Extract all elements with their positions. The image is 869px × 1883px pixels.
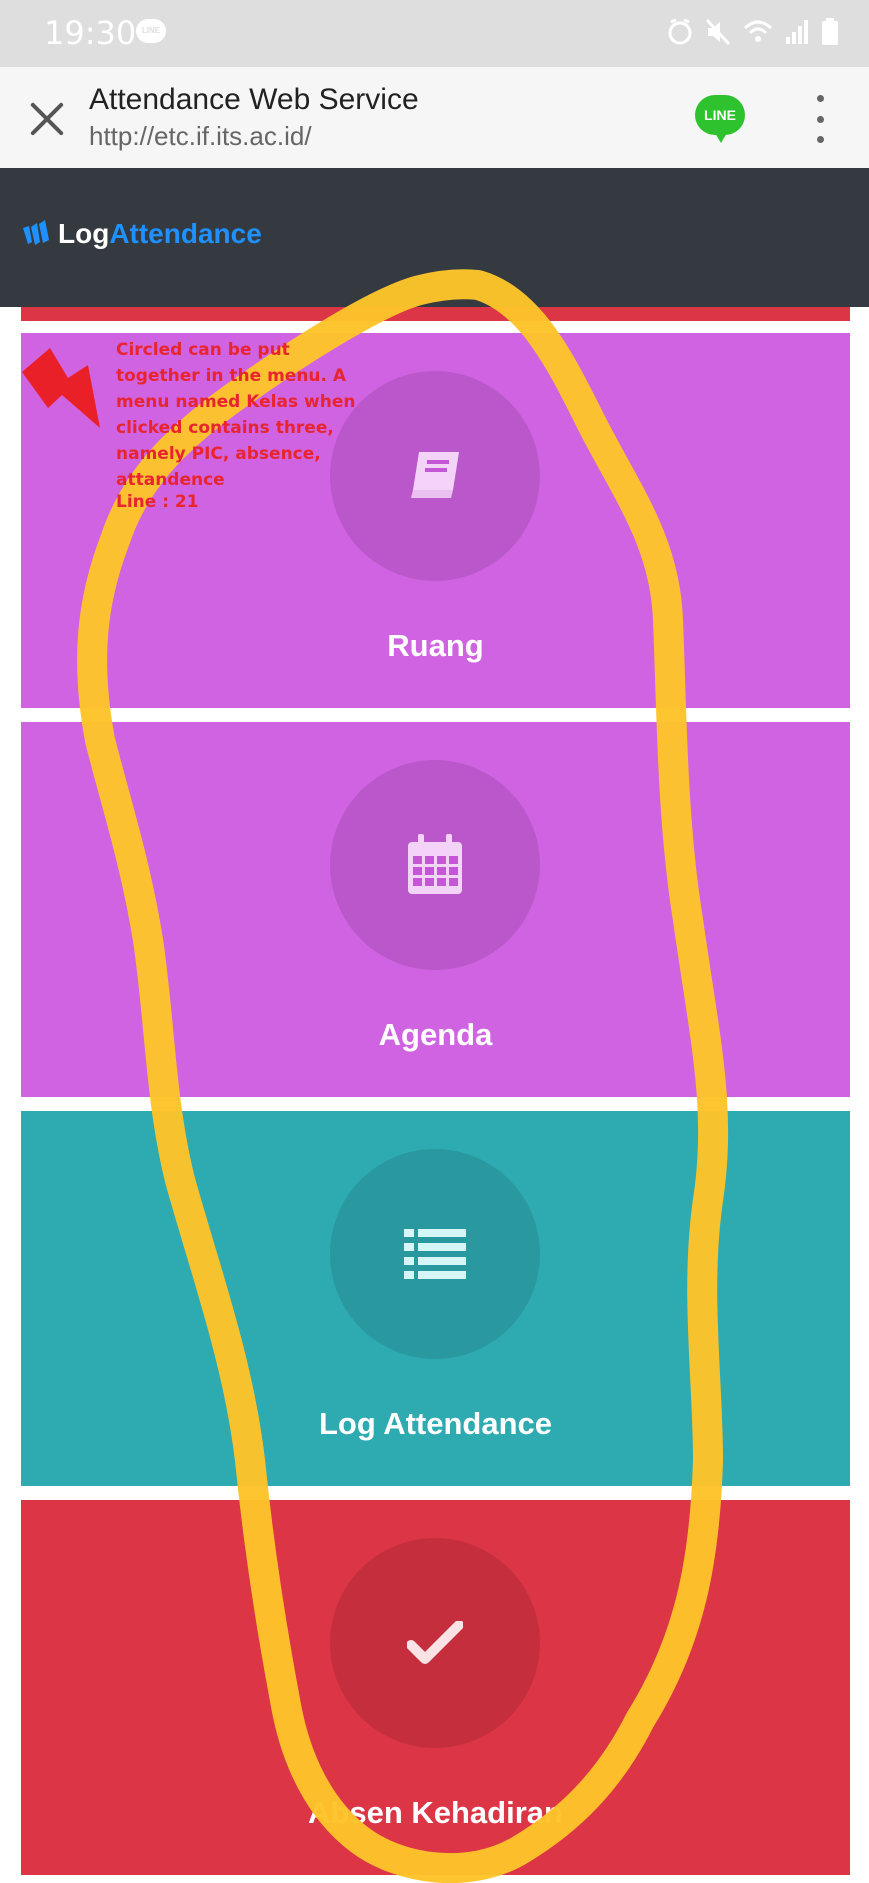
close-button[interactable] — [26, 97, 68, 139]
line-notification-icon: LINE — [136, 19, 166, 43]
status-time: 19:30 — [44, 14, 137, 52]
signal-icon — [785, 19, 809, 50]
brand-link[interactable]: Log Attendance — [22, 218, 262, 250]
book-icon — [411, 452, 459, 498]
battery-icon — [821, 17, 839, 51]
tile-label: Absen Kehadiran — [308, 1795, 563, 1830]
tile-label: Log Attendance — [318, 1406, 553, 1441]
status-icons — [667, 17, 839, 51]
brand-attendance-text: Attendance — [109, 218, 262, 249]
tile-icon-circle — [330, 371, 540, 581]
annotation-text: Circled can be put together in the menu.… — [116, 340, 356, 490]
tile-icon-circle — [330, 760, 540, 970]
tile-log-attendance[interactable]: Log Attendance — [21, 1111, 850, 1486]
alarm-icon — [667, 18, 693, 51]
tile-agenda[interactable]: Agenda — [21, 722, 850, 1097]
brand-logo-icon — [23, 220, 49, 245]
list-icon — [404, 1229, 466, 1279]
dot-icon — [816, 136, 824, 143]
tile-label: Agenda — [378, 1017, 493, 1052]
annotation-line-label: Line : 21 — [116, 492, 199, 512]
tile-label: Ruang — [387, 628, 484, 663]
browser-url[interactable]: http://etc.if.its.ac.id/ — [89, 121, 312, 152]
browser-title: Attendance Web Service — [89, 83, 419, 116]
previous-tile-edge — [21, 307, 850, 321]
app-header: Log Attendance — [0, 168, 869, 307]
line-share-button[interactable]: LINE — [695, 95, 745, 143]
wifi-icon — [743, 19, 773, 50]
tile-icon-circle — [330, 1149, 540, 1359]
more-options-button[interactable] — [808, 95, 832, 143]
calendar-icon — [408, 834, 462, 894]
check-icon — [407, 1621, 463, 1664]
browser-toolbar: Attendance Web Service http://etc.if.its… — [0, 67, 869, 169]
page: 19:30 LINE Attendance Web Service http:/… — [0, 0, 869, 1883]
tile-icon-circle — [330, 1538, 540, 1748]
mute-icon — [705, 18, 731, 51]
dot-icon — [816, 95, 824, 102]
dot-icon — [816, 115, 824, 123]
tile-absen-kehadiran[interactable]: Absen Kehadiran — [21, 1500, 850, 1875]
brand-log-text: Log — [58, 218, 110, 249]
status-bar: 19:30 LINE — [0, 0, 869, 67]
